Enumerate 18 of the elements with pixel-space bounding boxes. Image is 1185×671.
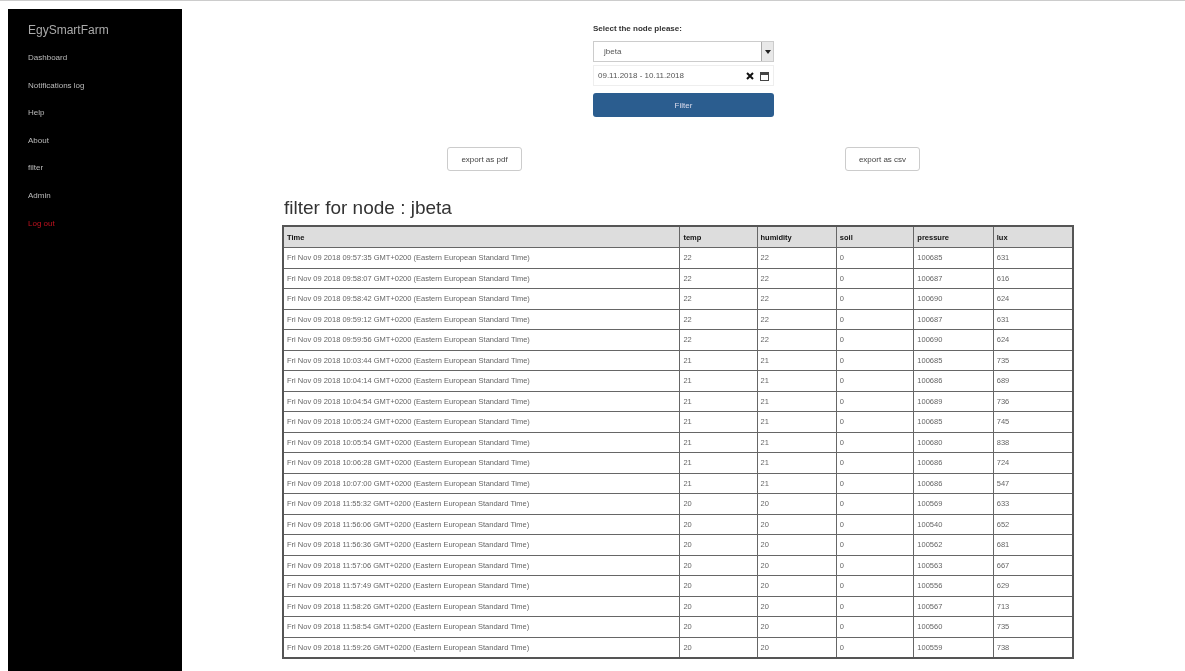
- nav-link[interactable]: filter: [28, 163, 44, 191]
- export-button[interactable]: export as pdf: [447, 147, 522, 171]
- nav-link[interactable]: About: [28, 135, 49, 164]
- date-range-field[interactable]: 09.11.2018 - 10.11.2018: [593, 65, 774, 86]
- page-heading: filter for node : jbeta: [284, 197, 452, 219]
- brand-name[interactable]: EgySmartFarm: [28, 23, 182, 53]
- nav-link[interactable]: Notifications log: [28, 80, 85, 109]
- filter-button[interactable]: Filter: [593, 93, 774, 117]
- field-label: Select the node please:: [593, 24, 683, 33]
- calendar-icon[interactable]: [760, 70, 769, 81]
- close-icon[interactable]: [746, 71, 754, 80]
- nav-link[interactable]: Help: [28, 108, 45, 136]
- nav-link[interactable]: Dashboard: [28, 53, 68, 81]
- logout-link[interactable]: Log out: [28, 218, 55, 247]
- nav-link[interactable]: Admin: [28, 190, 51, 219]
- node-select[interactable]: jbeta: [593, 41, 774, 62]
- caret-icon: [761, 42, 773, 61]
- export-button[interactable]: export as csv: [845, 147, 920, 171]
